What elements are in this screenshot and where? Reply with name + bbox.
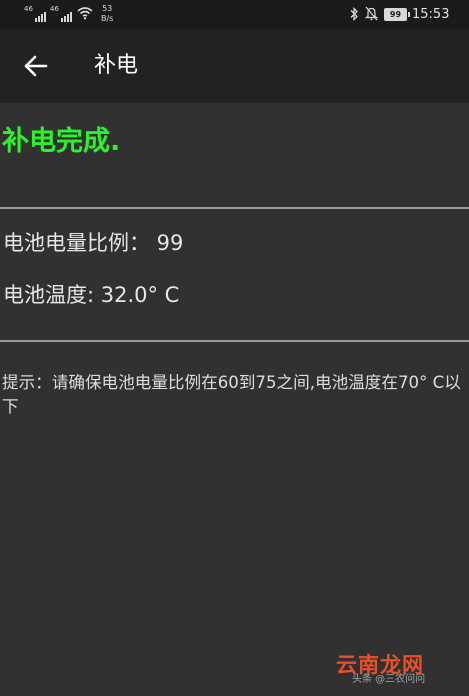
sim1-network-tag: 46 [24, 5, 33, 13]
battery-icon: 99 [384, 8, 410, 21]
divider-bottom [0, 340, 469, 342]
signal-strength-icon: 46 [24, 6, 46, 22]
sim2-network-tag: 46 [50, 5, 59, 13]
bluetooth-icon [350, 7, 358, 21]
clock: 15:53 [412, 7, 450, 22]
page-title: 补电 [94, 53, 139, 78]
battery-ratio-line: 电池电量比例： 99 [3, 231, 184, 255]
app-bar: 补电 [0, 30, 469, 103]
battery-temperature-line: 电池温度: 32.0° C [3, 283, 180, 307]
network-speed: 53 B/s [101, 4, 113, 24]
divider-top [0, 207, 469, 209]
arrow-left-icon [24, 55, 48, 77]
battery-level: 99 [384, 8, 407, 21]
back-button[interactable] [14, 44, 58, 88]
hint-text: 提示：请确保电池电量比例在60到75之间,电池温度在70° C以下 [2, 373, 461, 416]
wifi-icon [77, 7, 93, 20]
status-bar: 46 46 53 B/s 99 15:53 [0, 0, 469, 30]
network-speed-unit: B/s [101, 14, 114, 23]
watermark-caption: 头条 @三农问问 [352, 674, 426, 685]
charge-complete-message: 补电完成. [2, 126, 121, 157]
signal-strength-icon-2: 46 [50, 6, 72, 22]
notifications-off-icon [365, 6, 378, 21]
network-speed-value: 53 [102, 4, 113, 13]
